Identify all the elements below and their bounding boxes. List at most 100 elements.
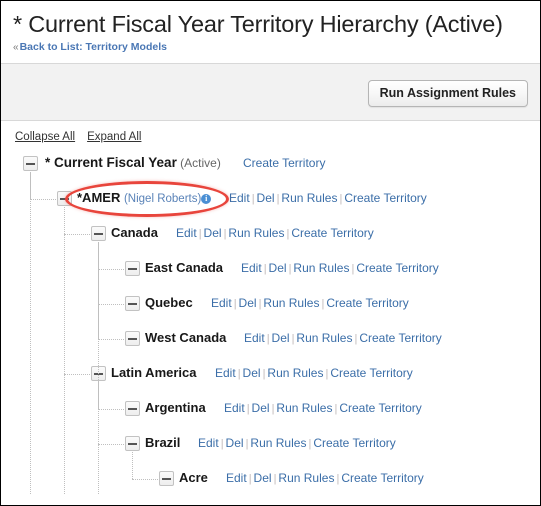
tree-controls: Collapse All Expand All [1,121,540,143]
tree-connector-vertical [30,172,31,494]
edit-link-quebec[interactable]: Edit [211,296,232,310]
run-rules-link-acre[interactable]: Run Rules [278,471,334,485]
tree-connector-horizontal [64,374,90,375]
run-rules-link-east-canada[interactable]: Run Rules [293,261,349,275]
territory-label-west-canada: West Canada [145,329,226,346]
territory-name: Quebec [145,295,193,310]
row-actions-argentina: Edit | Del | Run Rules | Create Territory [224,400,422,417]
run-rules-link-quebec[interactable]: Run Rules [263,296,319,310]
run-rules-link-west-canada[interactable]: Run Rules [296,331,352,345]
del-link-west-canada[interactable]: Del [272,331,290,345]
action-separator: | [266,333,270,345]
del-link-acre[interactable]: Del [254,471,272,485]
action-separator: | [263,263,267,275]
edit-link-canada[interactable]: Edit [176,226,197,240]
create-territory-link-east-canada[interactable]: Create Territory [356,261,438,275]
tree-connector-horizontal [30,199,56,200]
territory-label-brazil: Brazil [145,434,180,451]
create-territory-link-quebec[interactable]: Create Territory [326,296,408,310]
create-territory-link-brazil[interactable]: Create Territory [313,436,395,450]
collapse-toggle-argentina[interactable] [125,401,140,416]
edit-link-argentina[interactable]: Edit [224,401,245,415]
run-assignment-rules-button[interactable]: Run Assignment Rules [367,80,528,107]
create-territory-link-acre[interactable]: Create Territory [341,471,423,485]
territory-label-canada: Canada [111,224,158,241]
territory-name: * Current Fiscal Year [45,155,177,170]
row-actions-latin-america: Edit | Del | Run Rules | Create Territory [215,365,413,382]
tree-row: Quebec Edit | Del | Run Rules | Create Territor… [1,289,540,324]
territory-label-argentina: Argentina [145,399,206,416]
tree-row: Latin America Edit | Del | Run Rules | Create T… [1,359,540,394]
del-link-brazil[interactable]: Del [226,436,244,450]
back-chevron-icon: « [13,42,19,53]
territory-hierarchy-page: * Current Fiscal Year Territory Hierarch… [0,0,541,506]
territory-tree: * Current Fiscal Year (Active) Create Ter… [1,149,540,494]
territory-label-east-canada: East Canada [145,259,223,276]
edit-link-amer[interactable]: Edit [229,191,250,205]
action-separator: | [237,368,241,380]
create-territory-link-current-fiscal-year[interactable]: Create Territory [243,156,325,170]
tree-row: * Current Fiscal Year (Active) Create Ter… [1,149,540,184]
tree-row: West Canada Edit | Del | Run Rules | Create Ter… [1,324,540,359]
del-link-amer[interactable]: Del [257,191,275,205]
row-actions-west-canada: Edit | Del | Run Rules | Create Territory [244,330,442,347]
del-link-canada[interactable]: Del [204,226,222,240]
expand-all-link[interactable]: Expand All [87,131,141,143]
row-actions-canada: Edit | Del | Run Rules | Create Territory [176,225,374,242]
tree-row: *AMER (Nigel Roberts) i Edit | Del | Run Rules… [1,184,540,219]
back-to-list-link[interactable]: Back to List: Territory Models [20,41,167,53]
create-territory-link-argentina[interactable]: Create Territory [339,401,421,415]
action-separator: | [248,473,252,485]
run-rules-link-canada[interactable]: Run Rules [228,226,284,240]
del-link-quebec[interactable]: Del [239,296,257,310]
edit-link-acre[interactable]: Edit [226,471,247,485]
edit-link-west-canada[interactable]: Edit [244,331,265,345]
tree-connector-horizontal [98,339,124,340]
tree-connector-horizontal [132,479,158,480]
territory-label-amer: *AMER (Nigel Roberts) i [77,189,212,208]
create-territory-link-amer[interactable]: Create Territory [344,191,426,205]
territory-name: Acre [179,470,208,485]
del-link-east-canada[interactable]: Del [269,261,287,275]
edit-link-east-canada[interactable]: Edit [241,261,262,275]
run-rules-link-amer[interactable]: Run Rules [281,191,337,205]
collapse-toggle-amer[interactable] [57,191,72,206]
create-territory-link-west-canada[interactable]: Create Territory [359,331,441,345]
create-territory-link-canada[interactable]: Create Territory [291,226,373,240]
row-actions-acre: Edit | Del | Run Rules | Create Territory [226,470,424,487]
territory-name: Brazil [145,435,181,450]
tree-connector-vertical [98,382,99,494]
tree-connector-horizontal [98,444,124,445]
territory-name: Canada [111,225,158,240]
action-separator: | [233,298,237,310]
action-separator: | [246,403,250,415]
collapse-toggle-west-canada[interactable] [125,331,140,346]
collapse-toggle-canada[interactable] [91,226,106,241]
tree-row: Canada Edit | Del | Run Rules | Create Territor… [1,219,540,254]
row-actions-amer: Edit | Del | Run Rules | Create Territory [229,190,427,207]
action-toolbar: Run Assignment Rules [1,63,540,121]
territory-label-quebec: Quebec [145,294,193,311]
run-rules-link-argentina[interactable]: Run Rules [276,401,332,415]
create-territory-link-latin-america[interactable]: Create Territory [330,366,412,380]
collapse-toggle-brazil[interactable] [125,436,140,451]
edit-link-latin-america[interactable]: Edit [215,366,236,380]
edit-link-brazil[interactable]: Edit [198,436,219,450]
tree-connector-vertical [132,452,133,479]
collapse-toggle-acre[interactable] [159,471,174,486]
tree-row: East Canada Edit | Del | Run Rules | Create Ter… [1,254,540,289]
info-icon[interactable]: i [201,194,212,204]
run-rules-link-brazil[interactable]: Run Rules [250,436,306,450]
territory-name: Latin America [111,365,197,380]
row-actions-current-fiscal-year: Create Territory [243,155,325,171]
collapse-toggle-quebec[interactable] [125,296,140,311]
tree-row: Argentina Edit | Del | Run Rules | Create Terri… [1,394,540,429]
collapse-all-link[interactable]: Collapse All [15,131,75,143]
del-link-argentina[interactable]: Del [252,401,270,415]
collapse-toggle-east-canada[interactable] [125,261,140,276]
page-header: * Current Fiscal Year Territory Hierarch… [1,1,540,54]
territory-label-current-fiscal-year: * Current Fiscal Year (Active) [45,154,221,172]
collapse-toggle-current-fiscal-year[interactable] [23,156,38,171]
run-rules-link-latin-america[interactable]: Run Rules [267,366,323,380]
del-link-latin-america[interactable]: Del [243,366,261,380]
